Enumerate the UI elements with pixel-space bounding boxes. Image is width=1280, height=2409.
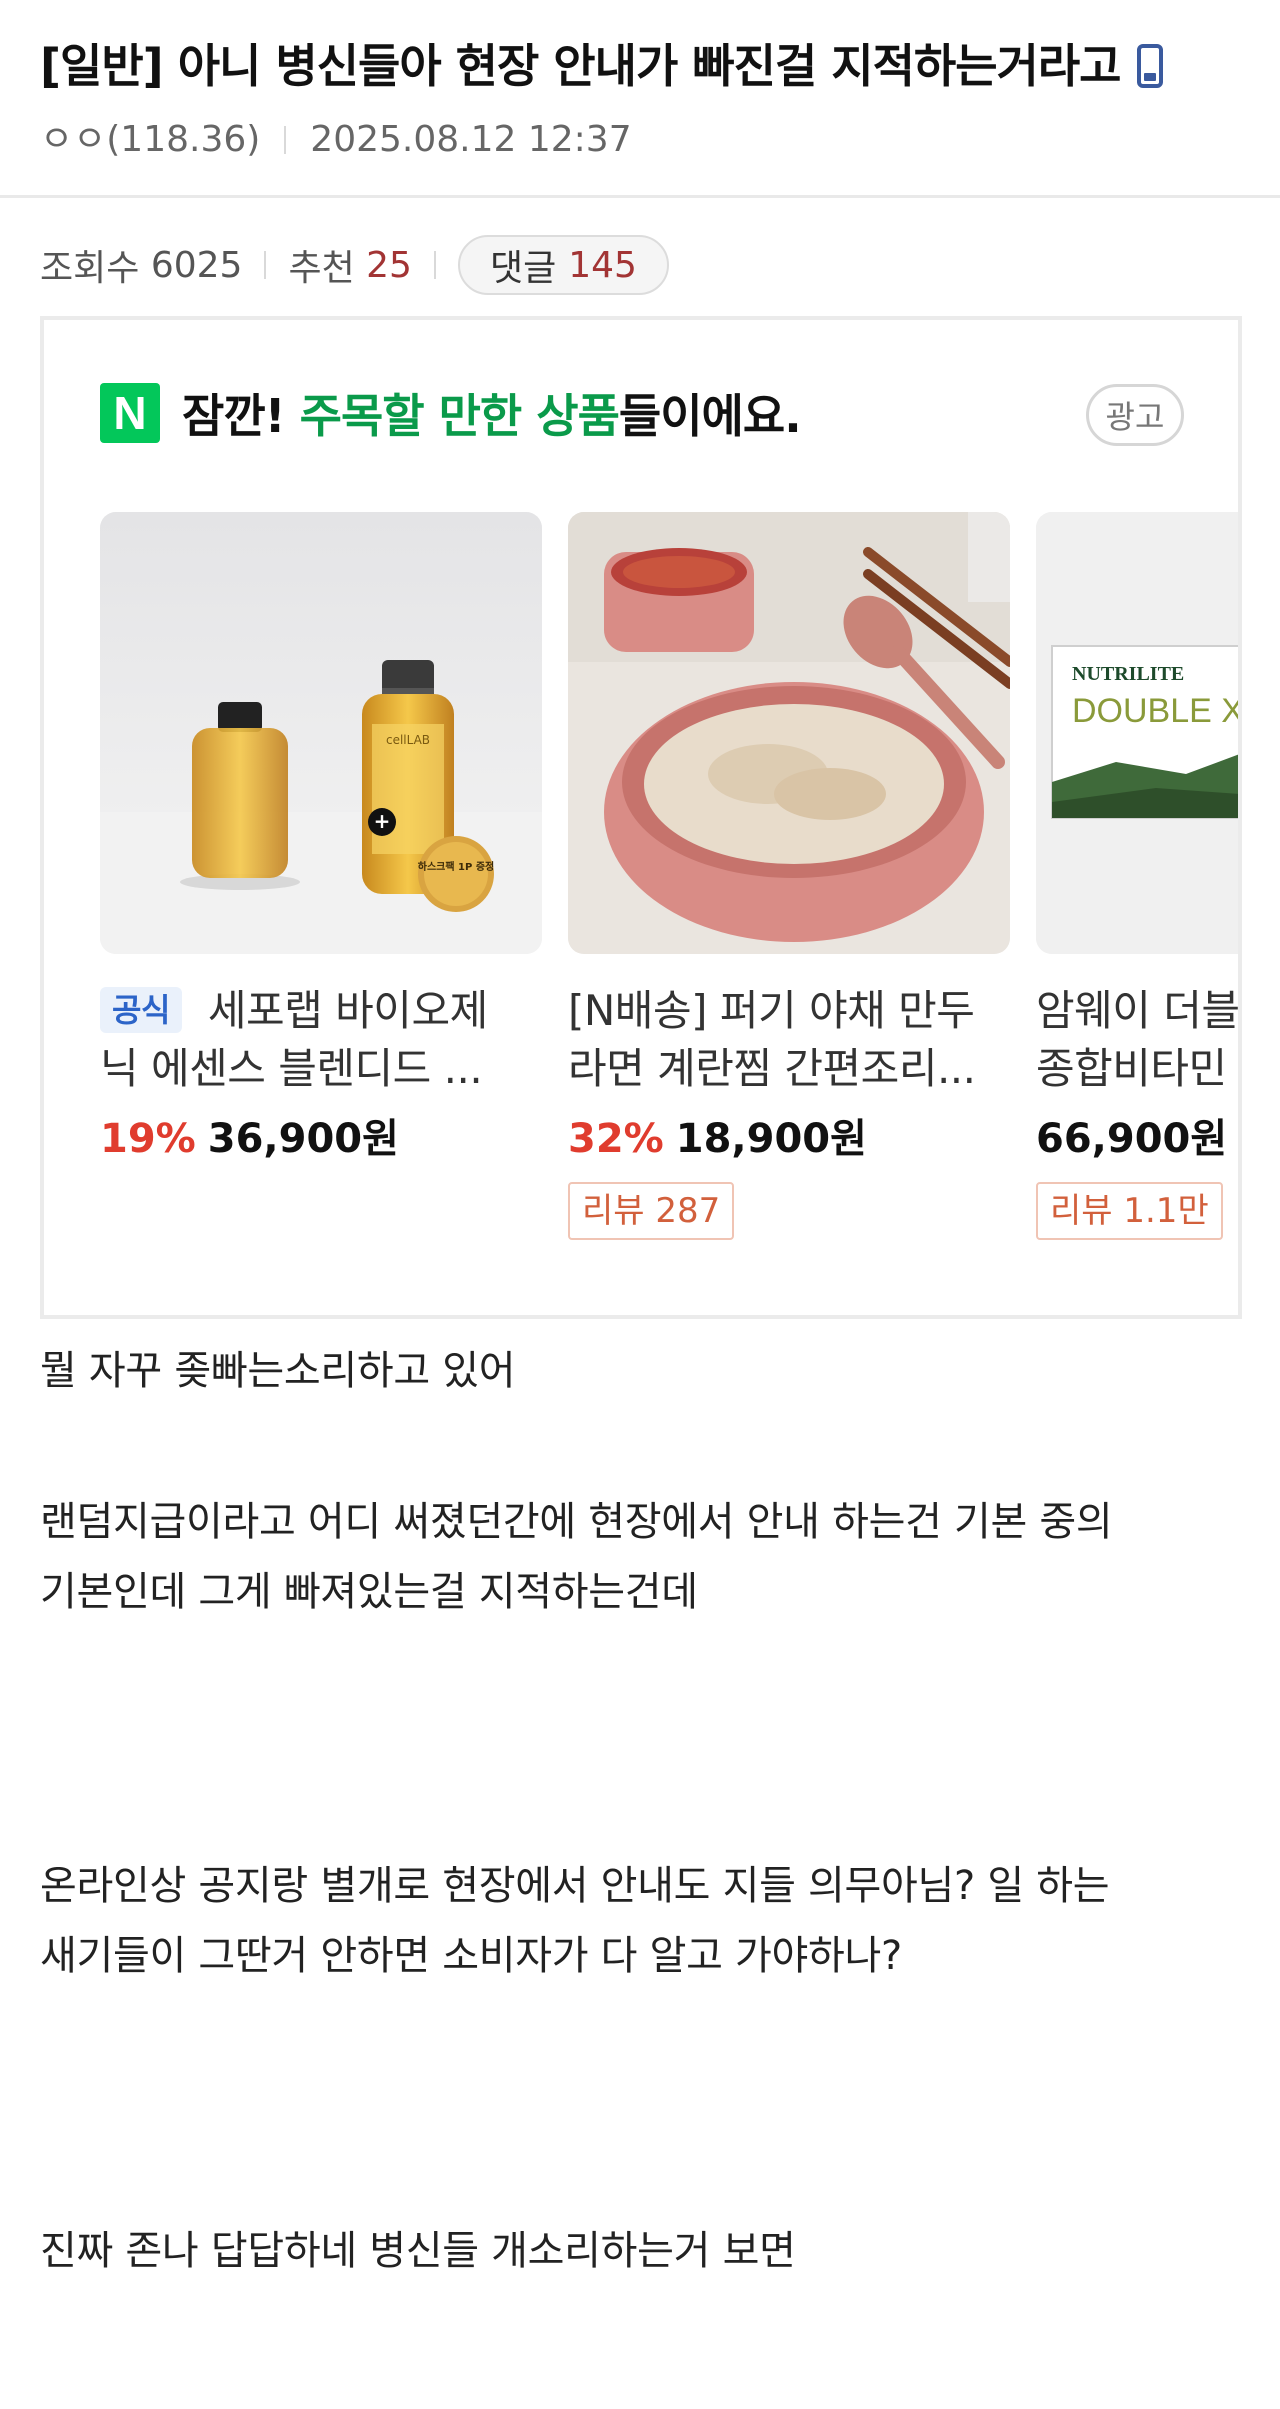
- price-value: 66,900원: [1036, 1116, 1228, 1162]
- product-label: DOUBLE X: [1072, 692, 1242, 730]
- post-date: 2025.08.12 12:37: [310, 119, 632, 160]
- product-image-badge: 하스크팩 1P 증정: [418, 860, 494, 873]
- stats-divider: [433, 251, 436, 279]
- paragraph-line: 랜덤지급이라고 어디 써졌던간에 현장에서 안내 하는건 기본 중의: [40, 1499, 1113, 1545]
- ad-header: N 잠깐! 주목할 만한 상품들이에요.: [100, 380, 802, 446]
- post-title-text: [일반] 아니 병신들아 현장 안내가 빠진걸 지적하는거라고: [40, 39, 1121, 93]
- mobile-phone-icon: [1136, 44, 1163, 88]
- product-name-line2: 라면 계란찜 간편조리...: [568, 1044, 976, 1093]
- post-body-paragraph-3: 온라인상 공지랑 별개로 현장에서 안내도 지들 의무아님? 일 하는 새기들이…: [40, 1851, 1110, 1991]
- product-image-vitamin[interactable]: NUTRILITE DOUBLE X: [1036, 512, 1242, 954]
- svg-text:+: +: [374, 809, 391, 833]
- comments-count: 145: [568, 244, 637, 286]
- review-count-badge: 리뷰 287: [568, 1182, 735, 1240]
- post-body-paragraph-2: 랜덤지급이라고 어디 써졌던간에 현장에서 안내 하는건 기본 중의 기본인데 …: [40, 1487, 1113, 1627]
- product-price: 19% 36,900원: [100, 1106, 542, 1164]
- stats-divider: [264, 251, 267, 279]
- discount-rate: 32%: [568, 1116, 664, 1162]
- ad-banner: N 잠깐! 주목할 만한 상품들이에요. 광고 cellLAB + 하스크팩 1…: [40, 316, 1242, 1319]
- ad-heading-suffix: 들이에요.: [618, 389, 802, 443]
- post-title: [일반] 아니 병신들아 현장 안내가 빠진걸 지적하는거라고: [40, 30, 1163, 96]
- product-card[interactable]: NUTRILITE DOUBLE X 암웨이 더블 종합비타민 66,900원 …: [1036, 512, 1242, 1240]
- product-carousel: cellLAB + 하스크팩 1P 증정 공식 세포랩 바이오제 닉 에센스 블렌…: [100, 512, 1242, 1312]
- paragraph-line: 기본인데 그게 빠져있는걸 지적하는건데: [40, 1569, 698, 1615]
- meta-divider: [284, 126, 287, 154]
- product-name-line1: [N배송] 퍼기 야채 만두: [568, 986, 975, 1035]
- product-image-essence[interactable]: cellLAB + 하스크팩 1P 증정: [100, 512, 542, 954]
- views-count: 6025: [150, 244, 243, 286]
- comments-label: 댓글: [489, 248, 557, 289]
- product-name-line2: 닉 에센스 블렌디드 ...: [100, 1044, 483, 1093]
- product-name[interactable]: 암웨이 더블 종합비타민: [1036, 982, 1240, 1098]
- product-name[interactable]: 공식 세포랩 바이오제 닉 에센스 블렌디드 ...: [100, 982, 542, 1098]
- naver-logo-icon: N: [100, 383, 160, 443]
- product-name-line1: 암웨이 더블: [1036, 986, 1240, 1035]
- product-price: 32% 18,900원: [568, 1106, 1010, 1164]
- post-meta: ㅇㅇ(118.36) 2025.08.12 12:37: [40, 110, 632, 162]
- product-card[interactable]: [N배송] 퍼기 야채 만두 라면 계란찜 간편조리... 32% 18,900원…: [568, 512, 1010, 1240]
- price-value: 36,900원: [207, 1116, 399, 1162]
- views-label: 조회수: [40, 248, 140, 289]
- post-body-paragraph-4: 진짜 존나 답답하네 병신들 개소리하는거 보면: [40, 2228, 796, 2274]
- price-value: 18,900원: [675, 1116, 867, 1162]
- ad-badge[interactable]: 광고: [1086, 384, 1184, 446]
- discount-rate: 19%: [100, 1116, 196, 1162]
- post-header: [일반] 아니 병신들아 현장 안내가 빠진걸 지적하는거라고 ㅇㅇ(118.3…: [0, 0, 1280, 198]
- comments-button[interactable]: 댓글 145: [457, 235, 669, 295]
- post-body-paragraph-1: 뭘 자꾸 좆빠는소리하고 있어: [40, 1348, 516, 1394]
- product-name[interactable]: [N배송] 퍼기 야채 만두 라면 계란찜 간편조리...: [568, 982, 1010, 1098]
- recommend-count: 25: [366, 244, 412, 286]
- post-stats: 조회수 6025 추천 25 댓글 145: [40, 234, 669, 296]
- product-name-line1: 세포랩 바이오제: [207, 986, 488, 1035]
- paragraph-line: 새기들이 그딴거 안하면 소비자가 다 알고 가야하나?: [40, 1933, 902, 1979]
- product-card[interactable]: cellLAB + 하스크팩 1P 증정 공식 세포랩 바이오제 닉 에센스 블렌…: [100, 512, 542, 1164]
- paragraph-line: 온라인상 공지랑 별개로 현장에서 안내도 지들 의무아님? 일 하는: [40, 1863, 1110, 1909]
- product-image-bowl[interactable]: [568, 512, 1010, 954]
- product-name-line2: 종합비타민: [1036, 1044, 1227, 1093]
- review-count-badge: 리뷰 1.1만: [1036, 1182, 1223, 1240]
- ad-heading: 잠깐! 주목할 만한 상품들이에요.: [182, 380, 802, 446]
- ad-heading-prefix: 잠깐!: [182, 389, 300, 443]
- brand-label: NUTRILITE: [1072, 663, 1184, 685]
- recommend-label: 추천: [288, 248, 355, 289]
- official-tag: 공식: [100, 987, 182, 1033]
- author-name[interactable]: ㅇㅇ(118.36): [40, 119, 260, 160]
- ad-heading-highlight: 주목할 만한 상품: [299, 389, 620, 443]
- product-image-label: cellLAB: [386, 733, 430, 747]
- product-price: 66,900원: [1036, 1106, 1238, 1164]
